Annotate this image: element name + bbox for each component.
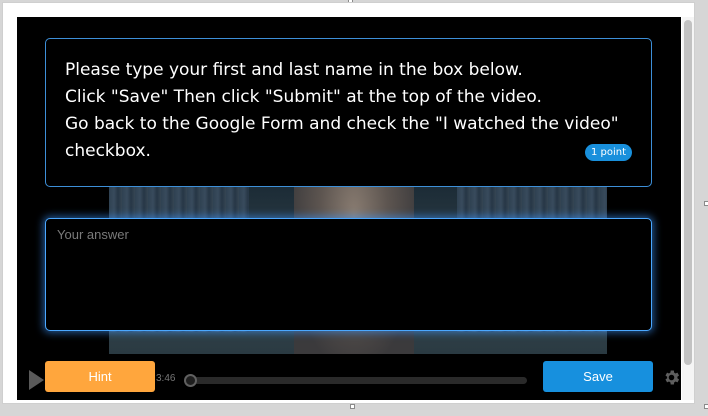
resize-handle-right-bottom[interactable] bbox=[704, 404, 708, 409]
hint-button[interactable]: Hint bbox=[45, 361, 155, 392]
question-box: Please type your first and last name in … bbox=[45, 38, 652, 187]
progress-knob[interactable] bbox=[183, 374, 197, 387]
video-controls: Hint 3:46 Save bbox=[17, 354, 681, 400]
time-label: 3:46 bbox=[156, 373, 176, 384]
resize-handle-right[interactable] bbox=[704, 201, 708, 206]
scrollbar-thumb[interactable] bbox=[684, 20, 692, 365]
video-quiz-dialog: Please type your first and last name in … bbox=[2, 2, 695, 404]
question-text: Please type your first and last name in … bbox=[65, 60, 619, 161]
play-icon[interactable] bbox=[29, 370, 44, 390]
gear-icon[interactable] bbox=[662, 368, 681, 387]
save-button[interactable]: Save bbox=[543, 361, 653, 392]
resize-handle-bottom[interactable] bbox=[350, 404, 355, 409]
answer-box bbox=[45, 218, 652, 331]
points-badge: 1 point bbox=[584, 144, 632, 161]
answer-input[interactable] bbox=[46, 219, 651, 330]
video-stage: Please type your first and last name in … bbox=[17, 17, 681, 400]
progress-track[interactable] bbox=[187, 377, 527, 384]
